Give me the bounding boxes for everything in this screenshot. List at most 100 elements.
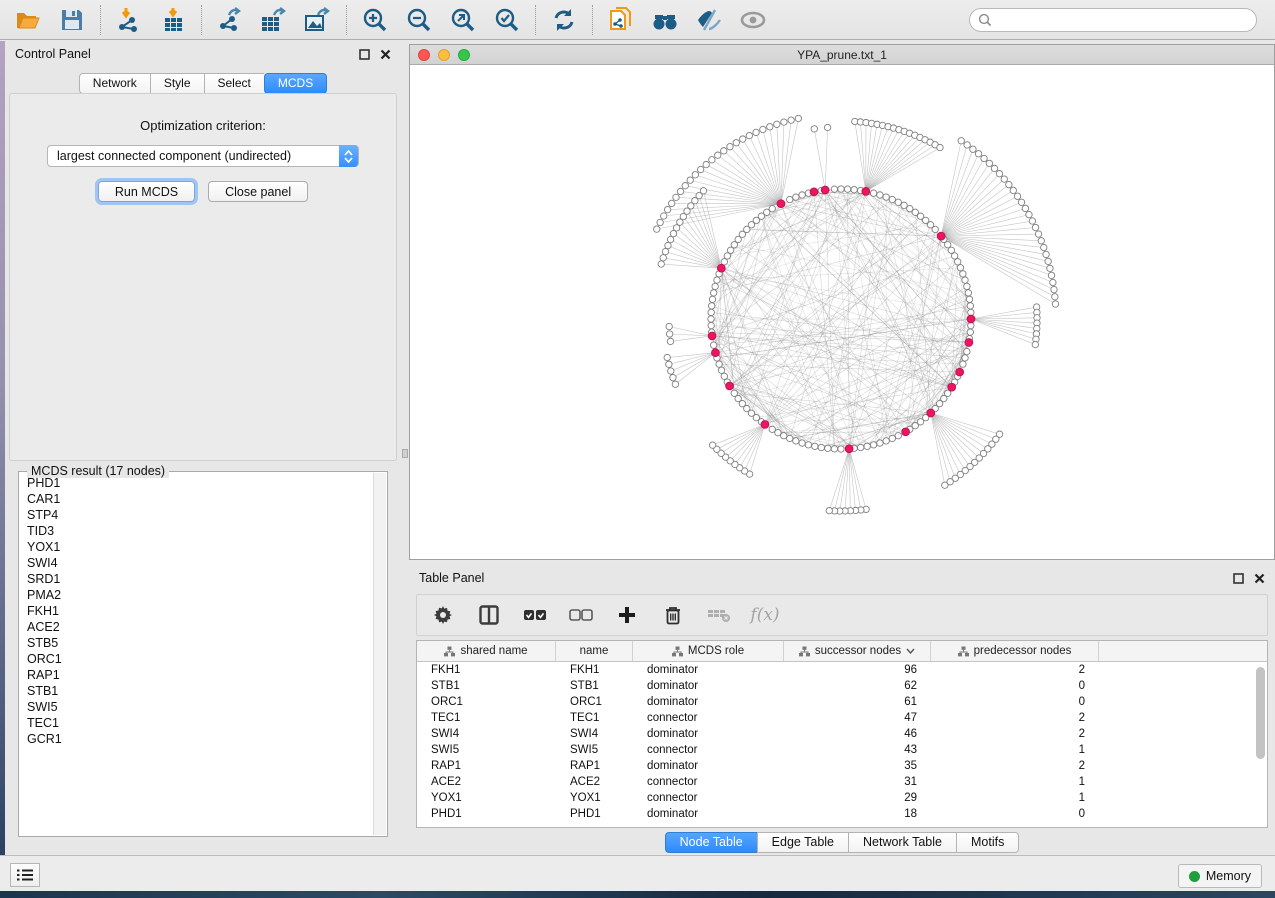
graph-node[interactable] bbox=[996, 170, 1002, 176]
table-row[interactable]: SWI4SWI4dominator462 bbox=[417, 726, 1267, 742]
mcds-result-item[interactable]: STB5 bbox=[27, 635, 373, 651]
graph-node[interactable] bbox=[1018, 199, 1024, 205]
table-cell[interactable]: SWI5 bbox=[417, 744, 556, 756]
graph-node[interactable] bbox=[731, 390, 737, 396]
table-cell[interactable]: SWI5 bbox=[556, 744, 633, 756]
graph-node[interactable] bbox=[718, 367, 724, 373]
graph-node[interactable] bbox=[967, 329, 973, 335]
open-session-icon[interactable] bbox=[14, 6, 42, 34]
close-panel-icon[interactable] bbox=[380, 49, 391, 60]
graph-hub-node[interactable] bbox=[937, 232, 945, 240]
graph-node[interactable] bbox=[825, 445, 831, 451]
graph-node[interactable] bbox=[965, 290, 971, 296]
mcds-result-item[interactable]: PHD1 bbox=[27, 475, 373, 491]
network-canvas[interactable] bbox=[410, 65, 1274, 559]
graph-node[interactable] bbox=[668, 200, 674, 206]
graph-node[interactable] bbox=[1047, 265, 1053, 271]
float-panel-icon[interactable] bbox=[1233, 573, 1244, 584]
graph-node[interactable] bbox=[721, 148, 727, 154]
graph-node[interactable] bbox=[895, 433, 901, 439]
graph-node[interactable] bbox=[1041, 244, 1047, 250]
table-cell[interactable]: 35 bbox=[784, 760, 931, 772]
graph-node[interactable] bbox=[781, 119, 787, 125]
graph-node[interactable] bbox=[692, 172, 698, 178]
table-cell[interactable]: dominator bbox=[633, 664, 784, 676]
table-cell[interactable]: 61 bbox=[784, 696, 931, 708]
graph-node[interactable] bbox=[964, 283, 970, 289]
mcds-result-item[interactable]: PMA2 bbox=[27, 587, 373, 603]
graph-node[interactable] bbox=[727, 143, 733, 149]
graph-node[interactable] bbox=[1035, 231, 1041, 237]
table-cell[interactable]: 2 bbox=[931, 728, 1099, 740]
table-cell[interactable]: RAP1 bbox=[556, 760, 633, 772]
mcds-result-list[interactable]: PHD1CAR1STP4TID3YOX1SWI4SRD1PMA2FKH1ACE2… bbox=[20, 475, 373, 835]
refresh-icon[interactable] bbox=[550, 6, 578, 34]
graph-hub-node[interactable] bbox=[967, 315, 975, 323]
import-network-icon[interactable] bbox=[115, 6, 143, 34]
mcds-result-item[interactable]: RAP1 bbox=[27, 667, 373, 683]
tab-mcds[interactable]: MCDS bbox=[264, 73, 327, 94]
graph-node[interactable] bbox=[700, 188, 706, 194]
column-header-predecessor-nodes[interactable]: predecessor nodes bbox=[931, 641, 1099, 661]
graph-node[interactable] bbox=[831, 446, 837, 452]
graph-node[interactable] bbox=[1032, 341, 1038, 347]
graph-node[interactable] bbox=[895, 199, 901, 205]
graph-node[interactable] bbox=[665, 242, 671, 248]
graph-node[interactable] bbox=[986, 160, 992, 166]
graph-hub-node[interactable] bbox=[726, 382, 734, 390]
column-header-shared-name[interactable]: shared name bbox=[417, 641, 556, 661]
graph-node[interactable] bbox=[811, 126, 817, 132]
graph-node[interactable] bbox=[709, 442, 715, 448]
table-cell[interactable]: 31 bbox=[784, 776, 931, 788]
splitter-handle-icon[interactable] bbox=[402, 449, 408, 458]
mcds-result-item[interactable]: TEC1 bbox=[27, 715, 373, 731]
graph-node[interactable] bbox=[838, 186, 844, 192]
show-panels-button[interactable] bbox=[10, 863, 40, 887]
show-details-icon[interactable] bbox=[739, 6, 767, 34]
graph-hub-node[interactable] bbox=[717, 264, 725, 272]
graph-node[interactable] bbox=[799, 440, 805, 446]
graph-hub-node[interactable] bbox=[902, 428, 910, 436]
table-row[interactable]: TEC1TEC1connector472 bbox=[417, 710, 1267, 726]
table-row[interactable]: FKH1FKH1dominator962 bbox=[417, 662, 1267, 678]
graph-node[interactable] bbox=[975, 151, 981, 157]
graph-node[interactable] bbox=[1010, 187, 1016, 193]
graph-hub-node[interactable] bbox=[712, 349, 720, 357]
graph-hub-node[interactable] bbox=[810, 188, 818, 196]
graph-node[interactable] bbox=[666, 361, 672, 367]
graph-node[interactable] bbox=[937, 144, 943, 150]
graph-node[interactable] bbox=[703, 161, 709, 167]
graph-node[interactable] bbox=[964, 348, 970, 354]
graph-node[interactable] bbox=[1052, 294, 1058, 300]
graph-node[interactable] bbox=[697, 166, 703, 172]
graph-node[interactable] bbox=[1051, 286, 1057, 292]
close-panel-icon[interactable] bbox=[1254, 573, 1265, 584]
graph-node[interactable] bbox=[708, 316, 714, 322]
table-row[interactable]: ACE2ACE2connector311 bbox=[417, 774, 1267, 790]
graph-node[interactable] bbox=[1026, 211, 1032, 217]
graph-node[interactable] bbox=[714, 277, 720, 283]
graph-node[interactable] bbox=[666, 323, 672, 329]
mcds-result-item[interactable]: GCR1 bbox=[27, 731, 373, 747]
graph-node[interactable] bbox=[1043, 251, 1049, 257]
graph-node[interactable] bbox=[877, 440, 883, 446]
table-cell[interactable]: connector bbox=[633, 792, 784, 804]
table-cell[interactable]: 47 bbox=[784, 712, 931, 724]
graph-node[interactable] bbox=[670, 230, 676, 236]
graph-node[interactable] bbox=[662, 248, 668, 254]
graph-node[interactable] bbox=[981, 155, 987, 161]
graph-node[interactable] bbox=[957, 265, 963, 271]
graph-node[interactable] bbox=[672, 381, 678, 387]
table-cell[interactable]: STB1 bbox=[417, 680, 556, 692]
graph-node[interactable] bbox=[721, 373, 727, 379]
graph-node[interactable] bbox=[864, 443, 870, 449]
table-cell[interactable]: ORC1 bbox=[556, 696, 633, 708]
mcds-result-item[interactable]: ORC1 bbox=[27, 651, 373, 667]
graph-node[interactable] bbox=[991, 165, 997, 171]
table-cell[interactable]: 2 bbox=[931, 712, 1099, 724]
graph-hub-node[interactable] bbox=[761, 421, 769, 429]
graph-node[interactable] bbox=[1038, 238, 1044, 244]
column-header-name[interactable]: name bbox=[556, 641, 633, 661]
table-row[interactable]: YOX1YOX1connector291 bbox=[417, 790, 1267, 806]
graph-node[interactable] bbox=[826, 507, 832, 513]
